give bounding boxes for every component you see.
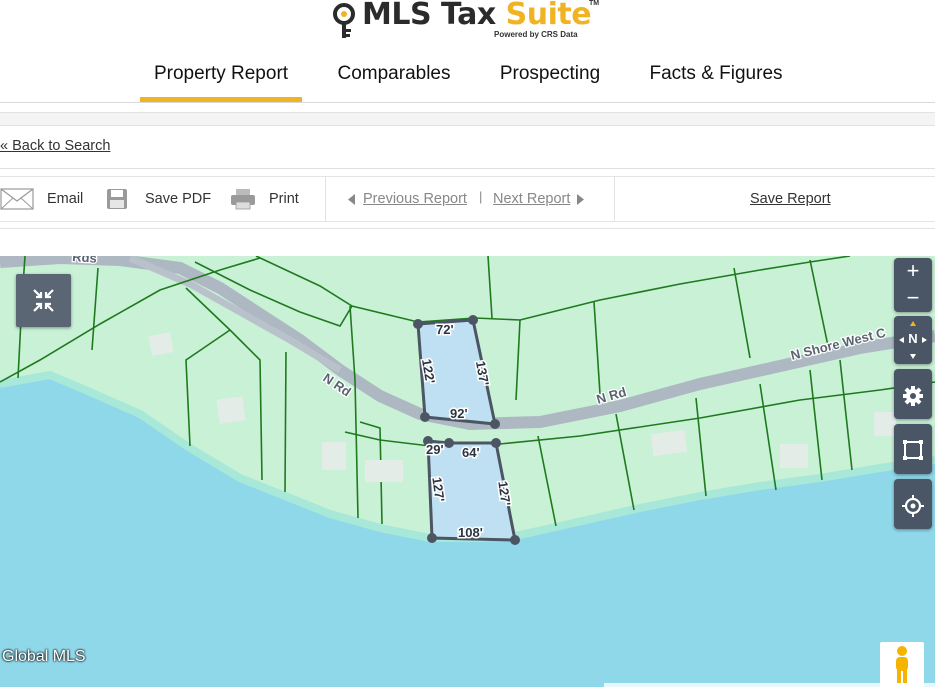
caret-right-icon <box>577 193 585 205</box>
tab-comparables[interactable]: Comparables <box>320 58 468 102</box>
zoom-control: + − <box>894 258 932 312</box>
save-pdf-button[interactable]: Save PDF <box>106 177 211 221</box>
next-report-label: Next Report <box>493 191 571 207</box>
envelope-icon <box>0 188 34 210</box>
collapse-map-button[interactable] <box>16 274 71 327</box>
zoom-in-button[interactable]: + <box>894 258 932 285</box>
print-label: Print <box>269 191 299 207</box>
brand-name-part1: MLS Tax <box>362 0 506 32</box>
section-band <box>0 112 935 126</box>
save-pdf-label: Save PDF <box>145 191 212 207</box>
toolbar-separator <box>325 177 326 221</box>
floppy-disk-icon <box>107 189 127 209</box>
locate-button[interactable] <box>894 479 932 529</box>
pegman-icon <box>896 646 908 683</box>
dim-lower-top-left: 29' <box>426 442 444 457</box>
top-road-label: Rds <box>72 256 98 266</box>
tab-facts-figures[interactable]: Facts & Figures <box>632 58 800 102</box>
dim-lower-bottom: 108' <box>458 525 483 540</box>
map-canvas[interactable]: Rds N Rd N Rd N Shore West C 72' 122' 13… <box>0 256 935 687</box>
map-footer-strip <box>604 683 935 687</box>
divider <box>0 168 935 169</box>
main-tabs: Property Report Comparables Prospecting … <box>0 58 935 102</box>
caret-left-icon <box>348 193 355 205</box>
powered-by: Powered by CRS Data <box>494 30 578 39</box>
previous-report-label: Previous Report <box>363 191 467 207</box>
map-attribution: Global MLS <box>2 648 86 665</box>
tab-property-report[interactable]: Property Report <box>140 58 302 102</box>
settings-button[interactable] <box>894 369 932 419</box>
fullscreen-button[interactable] <box>894 424 932 474</box>
printer-icon <box>231 189 255 210</box>
brand-name: MLS Tax Suite <box>362 0 592 32</box>
previous-report-link[interactable]: Previous Report <box>348 177 467 221</box>
email-label: Email <box>47 191 84 207</box>
collapse-arrows-icon <box>33 289 54 312</box>
brand-name-part2: Suite <box>505 0 592 32</box>
compass-button[interactable]: N <box>894 316 932 364</box>
print-button[interactable]: Print <box>230 177 299 221</box>
key-icon <box>333 3 355 38</box>
report-toolbar: Email Save PDF Print Previous Report | N… <box>0 176 935 222</box>
crosshair-icon <box>902 495 924 517</box>
streetview-button[interactable] <box>880 642 924 687</box>
nav-pipe: | <box>479 189 483 204</box>
toolbar-separator <box>614 177 615 221</box>
save-report-label: Save Report <box>750 191 831 207</box>
tab-prospecting[interactable]: Prospecting <box>482 58 618 102</box>
compass-label: N <box>908 331 918 346</box>
dim-upper-bottom: 92' <box>450 406 468 421</box>
parcel-map[interactable]: Rds N Rd N Rd N Shore West C 72' 122' 13… <box>0 256 935 687</box>
email-button[interactable]: Email <box>0 177 83 221</box>
gear-icon <box>903 386 923 406</box>
dim-upper-top: 72' <box>436 322 454 337</box>
next-report-link[interactable]: Next Report <box>493 177 585 221</box>
frame-icon <box>903 440 923 460</box>
dim-lower-top: 64' <box>462 445 480 460</box>
brand-logo: MLS Tax Suite TM Powered by CRS Data <box>332 0 612 42</box>
trademark: TM <box>589 0 600 7</box>
divider <box>0 228 935 229</box>
back-to-search-link[interactable]: « Back to Search <box>0 138 110 154</box>
zoom-out-button[interactable]: − <box>894 285 932 312</box>
tabs-divider <box>0 102 935 103</box>
save-report-button[interactable]: Save Report <box>750 177 831 221</box>
